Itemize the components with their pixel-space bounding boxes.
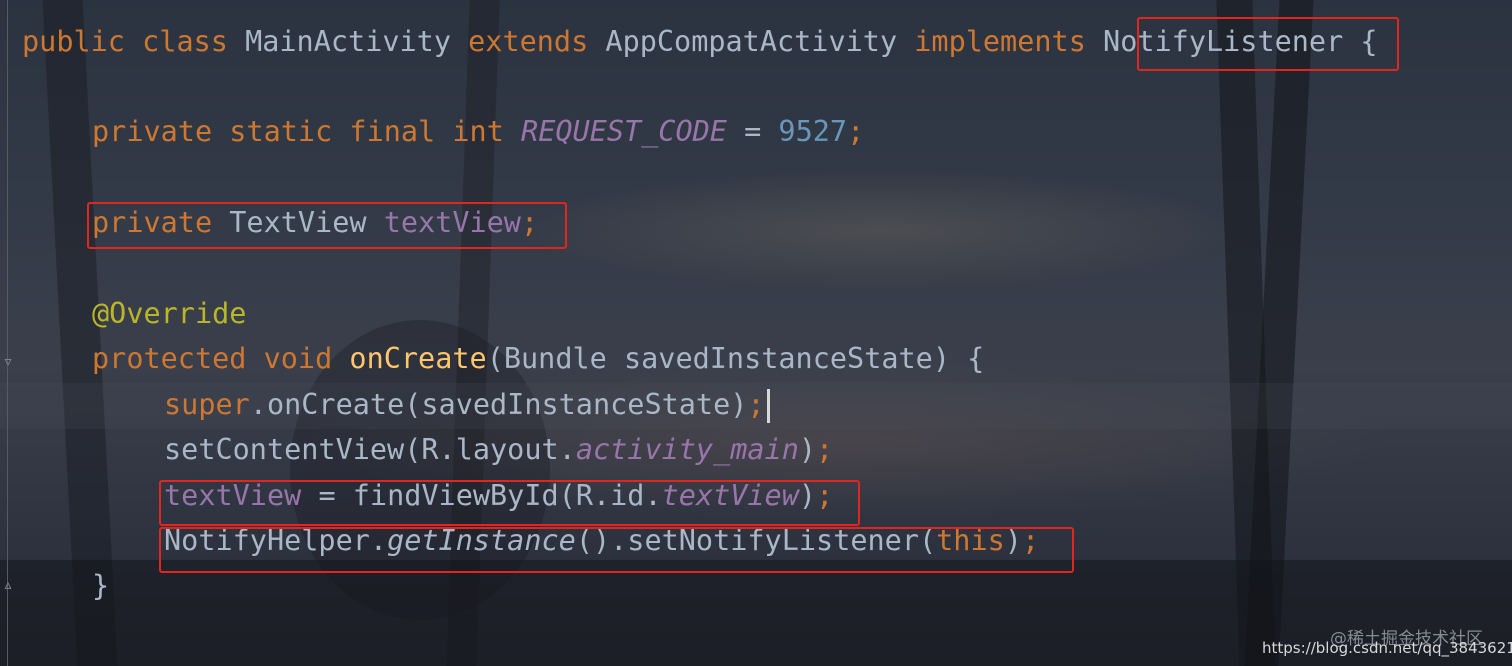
background-pole: [1244, 0, 1314, 666]
code-line-oncreate-signature: protected void onCreate(Bundle savedInst…: [92, 342, 985, 375]
method-name: onCreate: [349, 342, 487, 375]
editor-gutter: [7, 0, 8, 666]
code-line-set-content-view: setContentView(R.layout.activity_main);: [164, 433, 834, 466]
keyword-extends: extends: [468, 25, 589, 58]
background-pole: [446, 0, 500, 666]
code-line-class-declaration: public class MainActivity extends AppCom…: [22, 25, 1378, 58]
annotation: @Override: [92, 297, 247, 330]
text-cursor: [766, 389, 770, 423]
code-line-find-view: textView = findViewById(R.id.textView);: [164, 479, 834, 512]
background-cloud: [520, 170, 1240, 290]
code-line-set-notify-listener: NotifyHelper.getInstance().setNotifyList…: [164, 524, 1040, 557]
code-line-request-code: private static final int REQUEST_CODE = …: [92, 115, 865, 148]
background-pole: [1216, 0, 1276, 666]
code-line-super-oncreate: super.onCreate(savedInstanceState);: [164, 383, 770, 427]
field-name: textView: [383, 206, 521, 239]
class-name: MainActivity: [227, 25, 469, 58]
fold-arrow-icon[interactable]: ▿: [0, 352, 16, 372]
code-line-textview-field: private TextView textView;: [92, 206, 539, 239]
watermark-url: https://blog.csdn.net/qq_38436214: [1262, 639, 1512, 657]
superclass-name: AppCompatActivity: [588, 25, 915, 58]
fold-arrow-icon[interactable]: ▵: [0, 575, 16, 595]
keyword-implements: implements: [914, 25, 1086, 58]
keyword-public: public: [22, 25, 125, 58]
constant-name: REQUEST_CODE: [521, 115, 727, 148]
keyword-class: class: [142, 25, 228, 58]
interface-name: NotifyListener: [1103, 25, 1344, 58]
code-line-closing-brace: }: [92, 569, 110, 602]
number-literal: 9527: [778, 115, 848, 148]
code-line-annotation: @Override: [92, 292, 246, 336]
